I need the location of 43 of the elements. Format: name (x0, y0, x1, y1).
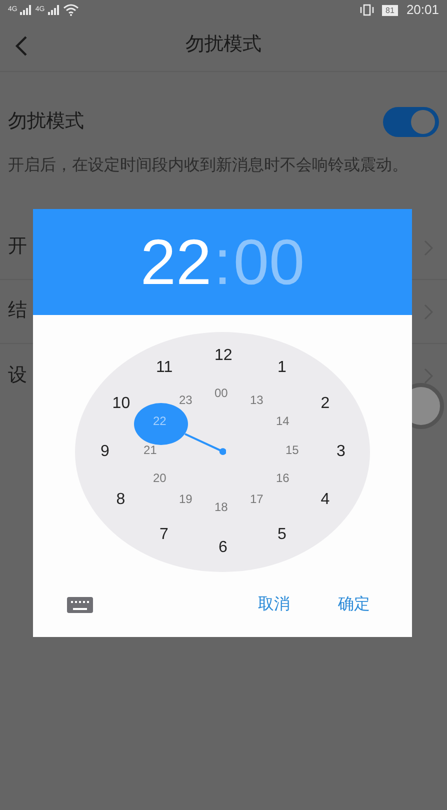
wifi-icon (62, 4, 79, 16)
dial-number[interactable]: 13 (250, 394, 264, 406)
clock-time: 20:01 (406, 1, 439, 20)
dial-number[interactable]: 10 (112, 396, 130, 412)
description-text: 开启后，在设定时间段内收到新消息时不会响铃或震动。 (7, 156, 409, 176)
dial-number[interactable]: 00 (214, 386, 228, 398)
dial-number[interactable]: 7 (160, 526, 168, 543)
dial-number[interactable]: 1 (278, 360, 286, 376)
dial-number[interactable]: 22 (153, 415, 166, 427)
time-separator: : (212, 225, 232, 300)
dialog-button[interactable]: 取消 (258, 593, 290, 617)
dial-number[interactable]: 9 (100, 444, 110, 460)
dial-number[interactable]: 4 (320, 492, 330, 508)
battery-indicator: 81 (382, 4, 398, 16)
dial-number[interactable]: 3 (336, 444, 346, 460)
dial-number[interactable]: 17 (250, 492, 264, 505)
hour-display[interactable]: 22 (140, 214, 212, 310)
dial-number[interactable]: 20 (153, 472, 166, 484)
dial-number[interactable]: 15 (286, 444, 299, 456)
dial-number[interactable]: 11 (156, 360, 173, 376)
page-title: 勿扰模式 (186, 33, 262, 58)
dial-number[interactable]: 8 (116, 492, 126, 508)
back-icon[interactable] (14, 34, 28, 56)
setting-label[interactable]: 结 (8, 297, 27, 326)
dial-number[interactable]: 21 (144, 444, 157, 456)
dial-number[interactable]: 23 (179, 394, 192, 406)
dial-number[interactable]: 5 (278, 526, 286, 543)
dial-number[interactable]: 18 (214, 500, 228, 512)
setting-label[interactable]: 开 (8, 233, 27, 262)
signal-icon (20, 5, 32, 15)
dial-number[interactable]: 2 (320, 396, 330, 412)
dial-number[interactable]: 19 (179, 492, 192, 505)
setting-label: 勿扰模式 (8, 110, 84, 134)
dialog-button[interactable]: 确定 (338, 593, 370, 617)
toggle-switch[interactable] (383, 107, 439, 137)
setting-label[interactable]: 设 (8, 362, 27, 390)
signal-icon (48, 5, 60, 15)
dial-number[interactable]: 16 (276, 472, 290, 484)
vibrate-icon (360, 4, 374, 16)
dial-number[interactable]: 14 (276, 415, 290, 427)
keyboard-icon[interactable] (67, 597, 93, 613)
dial-number[interactable]: 12 (214, 348, 232, 364)
dial-number[interactable]: 6 (218, 540, 228, 556)
